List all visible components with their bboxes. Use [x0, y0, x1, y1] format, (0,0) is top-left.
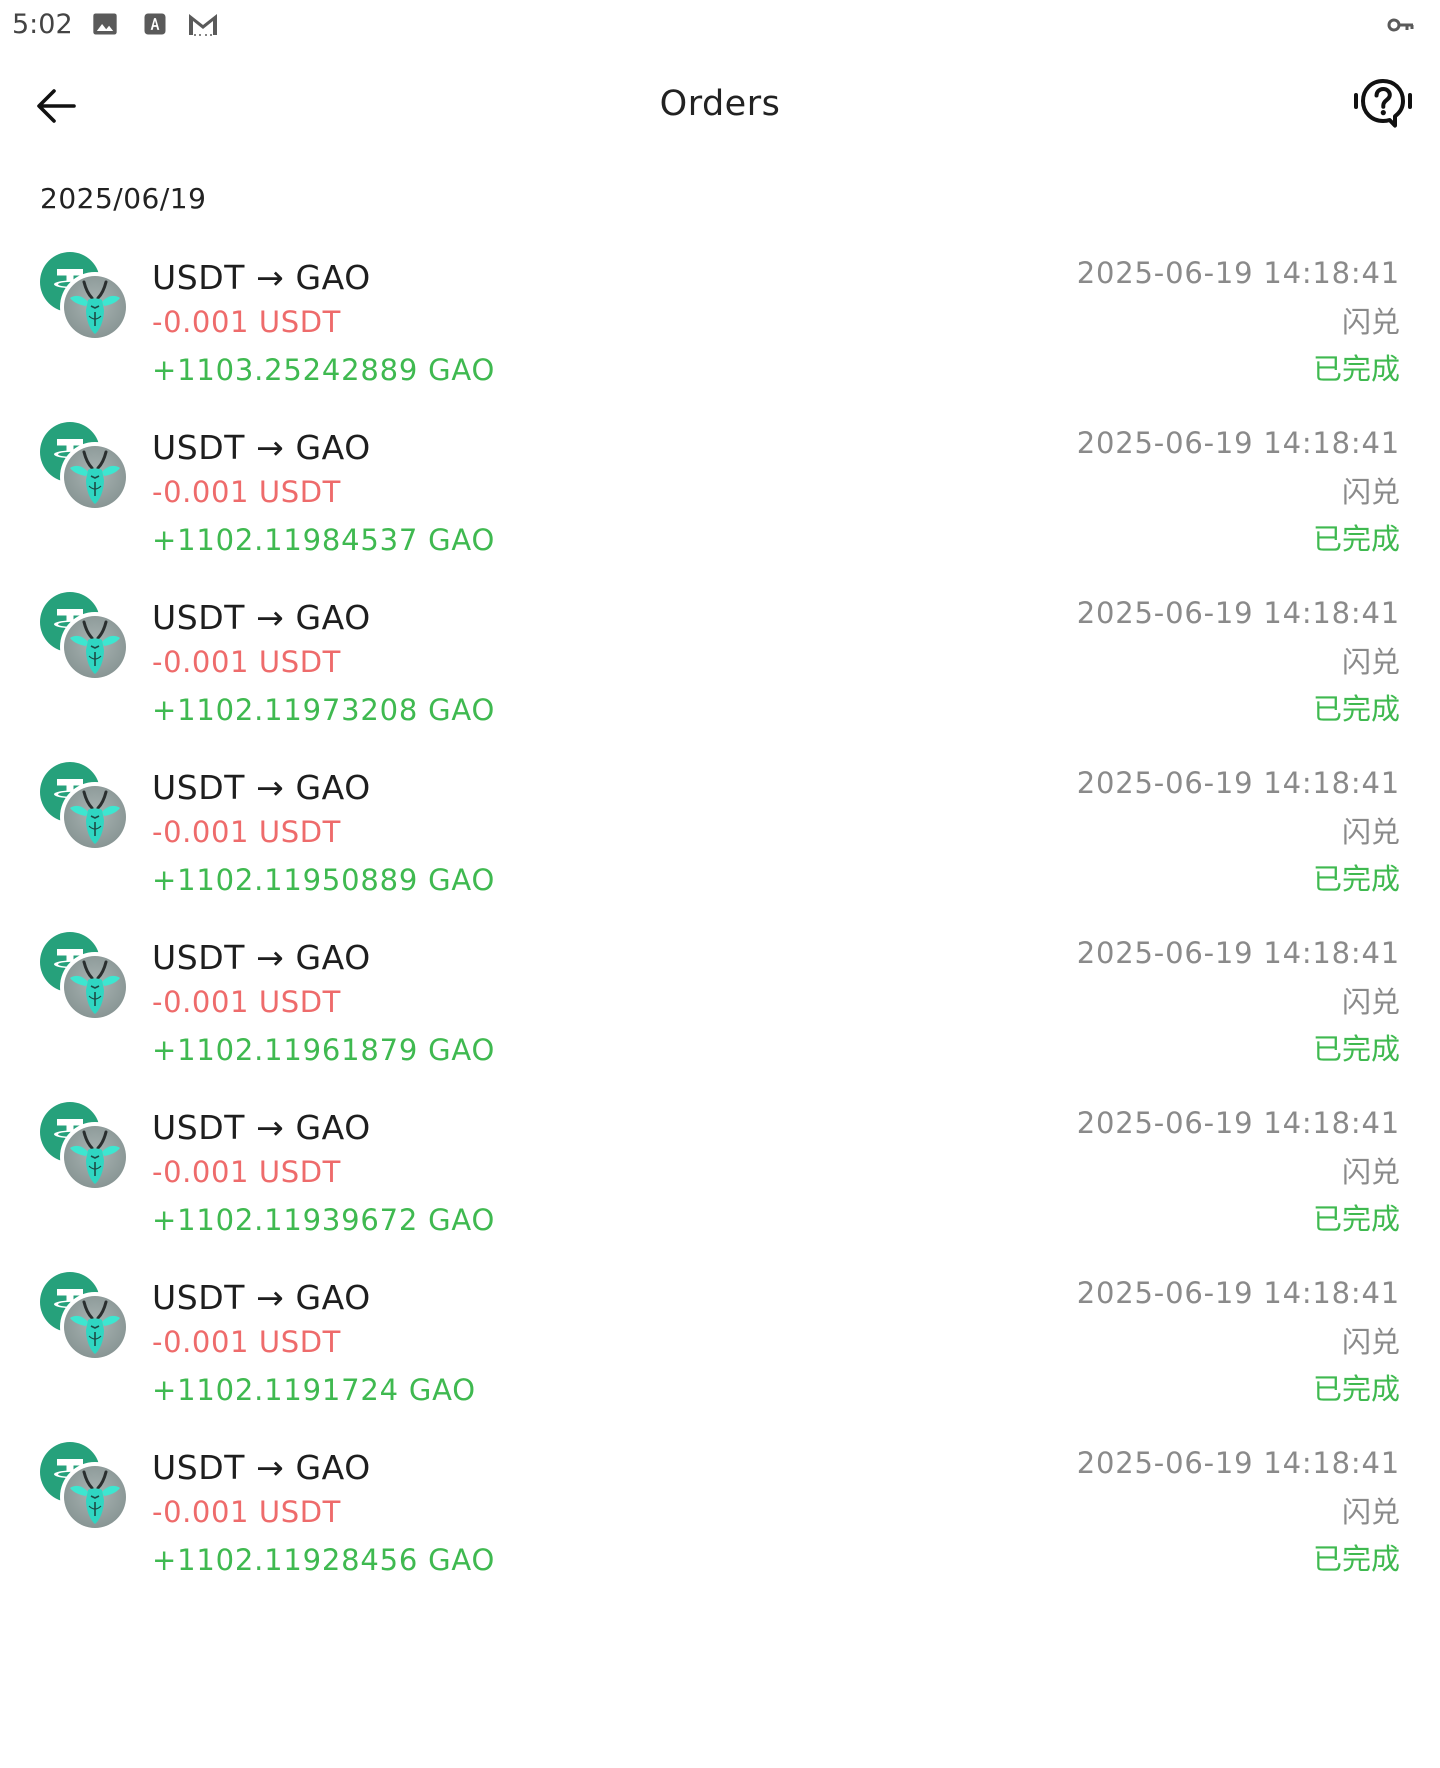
order-pair: USDT → GAO	[152, 598, 371, 637]
order-status: 已完成	[1312, 352, 1400, 386]
order-timestamp: 2025-06-19 14:18:41	[1076, 596, 1400, 630]
gallery-icon	[91, 10, 119, 38]
order-received-amount: +1102.1191724 GAO	[152, 1373, 476, 1407]
order-sent-amount: -0.001 USDT	[152, 1155, 341, 1189]
order-status: 已完成	[1312, 1542, 1400, 1576]
token-pair-avatars	[40, 422, 130, 512]
gao-token-icon	[60, 272, 130, 342]
order-status: 已完成	[1312, 522, 1400, 556]
token-pair-avatars	[40, 1442, 130, 1532]
gao-token-icon	[60, 1462, 130, 1532]
order-item[interactable]: USDT → GAO -0.001 USDT +1102.11984537 GA…	[0, 422, 1440, 614]
gao-token-icon	[60, 1122, 130, 1192]
order-type: 闪兑	[1341, 475, 1400, 509]
order-type: 闪兑	[1341, 645, 1400, 679]
order-type: 闪兑	[1341, 1495, 1400, 1529]
help-button[interactable]	[1352, 75, 1414, 131]
order-pair: USDT → GAO	[152, 258, 371, 297]
order-timestamp: 2025-06-19 14:18:41	[1076, 426, 1400, 460]
order-item[interactable]: USDT → GAO -0.001 USDT +1102.11961879 GA…	[0, 932, 1440, 1124]
order-timestamp: 2025-06-19 14:18:41	[1076, 1446, 1400, 1480]
order-received-amount: +1102.11984537 GAO	[152, 523, 496, 557]
page-title: Orders	[659, 84, 781, 124]
token-pair-avatars	[40, 762, 130, 852]
order-received-amount: +1103.25242889 GAO	[152, 353, 496, 387]
order-pair: USDT → GAO	[152, 938, 371, 977]
order-item[interactable]: USDT → GAO -0.001 USDT +1103.25242889 GA…	[0, 252, 1440, 444]
order-status: 已完成	[1312, 1202, 1400, 1236]
order-timestamp: 2025-06-19 14:18:41	[1076, 1106, 1400, 1140]
order-sent-amount: -0.001 USDT	[152, 305, 341, 339]
order-timestamp: 2025-06-19 14:18:41	[1076, 1276, 1400, 1310]
order-status: 已完成	[1312, 1372, 1400, 1406]
order-pair: USDT → GAO	[152, 1108, 371, 1147]
order-timestamp: 2025-06-19 14:18:41	[1076, 256, 1400, 290]
key-icon	[1386, 12, 1416, 38]
order-received-amount: +1102.11950889 GAO	[152, 863, 496, 897]
token-pair-avatars	[40, 1102, 130, 1192]
status-time: 5:02	[12, 9, 73, 40]
order-item[interactable]: USDT → GAO -0.001 USDT +1102.11973208 GA…	[0, 592, 1440, 784]
order-sent-amount: -0.001 USDT	[152, 1325, 341, 1359]
order-type: 闪兑	[1341, 1155, 1400, 1189]
order-item[interactable]: USDT → GAO -0.001 USDT +1102.11939672 GA…	[0, 1102, 1440, 1294]
order-item[interactable]: USDT → GAO -0.001 USDT +1102.11928456 GA…	[0, 1442, 1440, 1634]
gao-token-icon	[60, 1292, 130, 1362]
app-bar: Orders	[0, 52, 1440, 156]
help-question-icon	[1352, 75, 1414, 131]
order-sent-amount: -0.001 USDT	[152, 475, 341, 509]
order-pair: USDT → GAO	[152, 428, 371, 467]
order-type: 闪兑	[1341, 1325, 1400, 1359]
gmail-icon	[186, 10, 220, 38]
gao-token-icon	[60, 952, 130, 1022]
a-box-icon	[141, 10, 169, 38]
order-status: 已完成	[1312, 1032, 1400, 1066]
date-header: 2025/06/19	[40, 182, 207, 215]
order-sent-amount: -0.001 USDT	[152, 815, 341, 849]
order-pair: USDT → GAO	[152, 1448, 371, 1487]
status-bar: 5:02	[0, 0, 1440, 52]
order-timestamp: 2025-06-19 14:18:41	[1076, 766, 1400, 800]
order-sent-amount: -0.001 USDT	[152, 1495, 341, 1529]
order-status: 已完成	[1312, 862, 1400, 896]
order-sent-amount: -0.001 USDT	[152, 985, 341, 1019]
order-received-amount: +1102.11939672 GAO	[152, 1203, 496, 1237]
gao-token-icon	[60, 612, 130, 682]
order-received-amount: +1102.11973208 GAO	[152, 693, 496, 727]
order-type: 闪兑	[1341, 985, 1400, 1019]
order-pair: USDT → GAO	[152, 1278, 371, 1317]
order-sent-amount: -0.001 USDT	[152, 645, 341, 679]
token-pair-avatars	[40, 592, 130, 682]
gao-token-icon	[60, 782, 130, 852]
token-pair-avatars	[40, 1272, 130, 1362]
order-received-amount: +1102.11928456 GAO	[152, 1543, 496, 1577]
order-item[interactable]: USDT → GAO -0.001 USDT +1102.11950889 GA…	[0, 762, 1440, 954]
order-type: 闪兑	[1341, 305, 1400, 339]
order-received-amount: +1102.11961879 GAO	[152, 1033, 496, 1067]
order-item[interactable]: USDT → GAO -0.001 USDT +1102.1191724 GAO…	[0, 1272, 1440, 1464]
order-status: 已完成	[1312, 692, 1400, 726]
order-pair: USDT → GAO	[152, 768, 371, 807]
order-type: 闪兑	[1341, 815, 1400, 849]
token-pair-avatars	[40, 932, 130, 1022]
gao-token-icon	[60, 442, 130, 512]
order-timestamp: 2025-06-19 14:18:41	[1076, 936, 1400, 970]
token-pair-avatars	[40, 252, 130, 342]
